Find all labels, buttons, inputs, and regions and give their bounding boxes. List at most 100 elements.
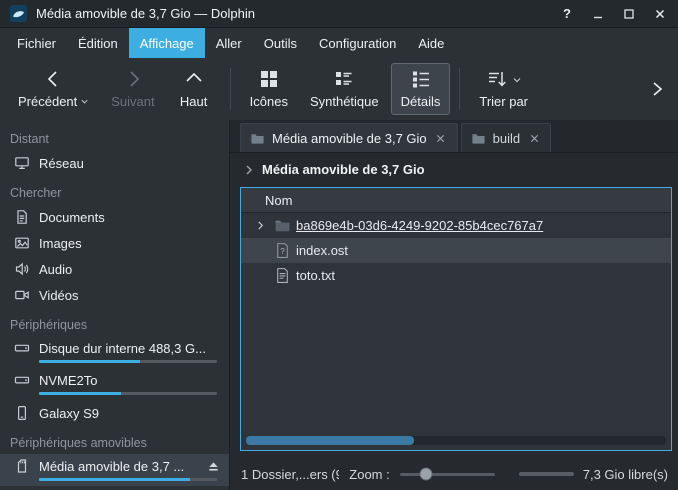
dropdown-caret-icon [80,94,89,109]
toolbar-overflow-button[interactable] [644,69,670,109]
forward-icon [122,68,144,93]
window-body: Distant Réseau Chercher Documents Images… [0,120,678,490]
details-view-button[interactable]: Détails [391,63,451,115]
horizontal-scrollbar[interactable] [246,436,666,445]
dolphin-app-icon [10,5,27,22]
folder-icon [250,131,265,146]
menu-aller[interactable]: Aller [205,28,253,58]
zoom-control: Zoom : [349,467,494,482]
back-button[interactable]: Précédent [8,63,99,115]
expander-spacer [251,267,269,285]
sidebar-item-videos[interactable]: Vidéos [0,282,229,308]
tab-bar: Média amovible de 3,7 Gio build [230,120,678,153]
sort-icon [486,68,508,93]
sidebar-item-images[interactable]: Images [0,230,229,256]
chevron-right-icon [244,164,254,176]
toolbar: Précédent Suivant Haut Icônes Synthétiqu… [0,58,678,120]
tab-close-icon[interactable] [527,131,541,145]
text-file-icon [274,267,291,284]
compact-view-button[interactable]: Synthétique [300,63,389,115]
view-container: Nom ba869e4b-03d6-4249-9202-85b4cec767a7… [230,186,678,458]
breadcrumb[interactable]: Média amovible de 3,7 Gio [230,153,678,186]
toolbar-separator [230,68,231,110]
icons-view-icon [258,68,280,93]
sidebar-item-audio[interactable]: Audio [0,256,229,282]
menu-aide[interactable]: Aide [407,28,455,58]
toolbar-separator [459,68,460,110]
up-icon [183,68,205,93]
help-button[interactable]: ? [559,6,575,22]
zoom-label: Zoom : [349,467,389,482]
dropdown-caret-icon [512,73,522,88]
menubar: Fichier Édition Affichage Aller Outils C… [0,28,678,58]
main-area: Média amovible de 3,7 Gio build Média am… [230,120,678,490]
places-panel: Distant Réseau Chercher Documents Images… [0,120,230,490]
tab-build[interactable]: build [461,123,551,152]
menu-fichier[interactable]: Fichier [6,28,67,58]
free-space-label: 7,3 Gio libre(s) [583,467,668,482]
zoom-slider[interactable] [400,473,495,476]
file-name: ba869e4b-03d6-4249-9202-85b4cec767a7 [296,218,543,233]
capacity-bar [39,360,217,363]
details-view-icon [410,68,432,93]
videos-icon [14,287,30,303]
close-button[interactable] [652,6,668,22]
column-header-nom[interactable]: Nom [241,188,671,213]
sidebar-item-galaxy-s9[interactable]: Galaxy S9 [0,400,229,426]
file-row-index-ost[interactable]: ? index.ost [241,238,671,263]
sd-card-icon [14,458,30,474]
tab-removable-media[interactable]: Média amovible de 3,7 Gio [240,123,458,152]
file-name: toto.txt [296,268,335,283]
expander-spacer [251,242,269,260]
sidebar-item-documents[interactable]: Documents [0,204,229,230]
compact-view-icon [333,68,355,93]
zoom-slider-handle[interactable] [420,468,433,481]
capacity-bar [39,392,217,395]
documents-icon [14,209,30,225]
sidebar-item-removable-media[interactable]: Média amovible de 3,7 ... [0,454,229,486]
section-header-chercher: Chercher [0,180,229,204]
smartphone-icon [14,405,30,421]
forward-button[interactable]: Suivant [101,63,164,115]
sidebar-item-internal-disk[interactable]: Disque dur interne 488,3 G... [0,336,229,368]
sidebar-item-nvme2to[interactable]: NVME2To [0,368,229,400]
folder-icon [471,131,486,146]
maximize-button[interactable] [621,6,637,22]
network-icon [14,155,30,171]
images-icon [14,235,30,251]
breadcrumb-path[interactable]: Média amovible de 3,7 Gio [262,162,425,177]
status-summary: 1 Dossier,...ers (99 o) [241,467,339,482]
file-row-toto-txt[interactable]: toto.txt [241,263,671,288]
up-button[interactable]: Haut [167,63,221,115]
icons-view-button[interactable]: Icônes [240,63,298,115]
minimize-button[interactable] [590,6,606,22]
window-title: Média amovible de 3,7 Gio — Dolphin [36,6,255,21]
file-view: Nom ba869e4b-03d6-4249-9202-85b4cec767a7… [240,187,672,451]
tab-close-icon[interactable] [434,131,448,145]
section-header-peripheriques: Périphériques [0,312,229,336]
menu-outils[interactable]: Outils [253,28,308,58]
scrollbar-handle[interactable] [246,436,414,445]
file-row-folder[interactable]: ba869e4b-03d6-4249-9202-85b4cec767a7 [241,213,671,238]
sort-by-button[interactable]: Trier par [469,63,538,115]
section-header-amovibles: Périphériques amovibles [0,430,229,454]
menu-configuration[interactable]: Configuration [308,28,407,58]
window-buttons: ? [559,6,668,22]
capacity-bar [39,478,217,481]
status-bar: 1 Dossier,...ers (99 o) Zoom : 7,3 Gio l… [230,458,678,490]
free-space-bar [519,472,574,476]
titlebar: Média amovible de 3,7 Gio — Dolphin ? [0,0,678,28]
hard-drive-icon [14,340,30,356]
expand-arrow-icon[interactable] [251,217,269,235]
sidebar-item-reseau[interactable]: Réseau [0,150,229,176]
back-icon [43,68,65,93]
eject-icon[interactable] [205,458,221,474]
menu-affichage[interactable]: Affichage [129,28,205,58]
section-header-distant: Distant [0,126,229,150]
free-space-info: 7,3 Gio libre(s) [519,467,668,482]
folder-icon [274,217,291,234]
menu-edition[interactable]: Édition [67,28,129,58]
svg-text:?: ? [280,246,285,256]
audio-icon [14,261,30,277]
dolphin-window: Média amovible de 3,7 Gio — Dolphin ? Fi… [0,0,678,490]
